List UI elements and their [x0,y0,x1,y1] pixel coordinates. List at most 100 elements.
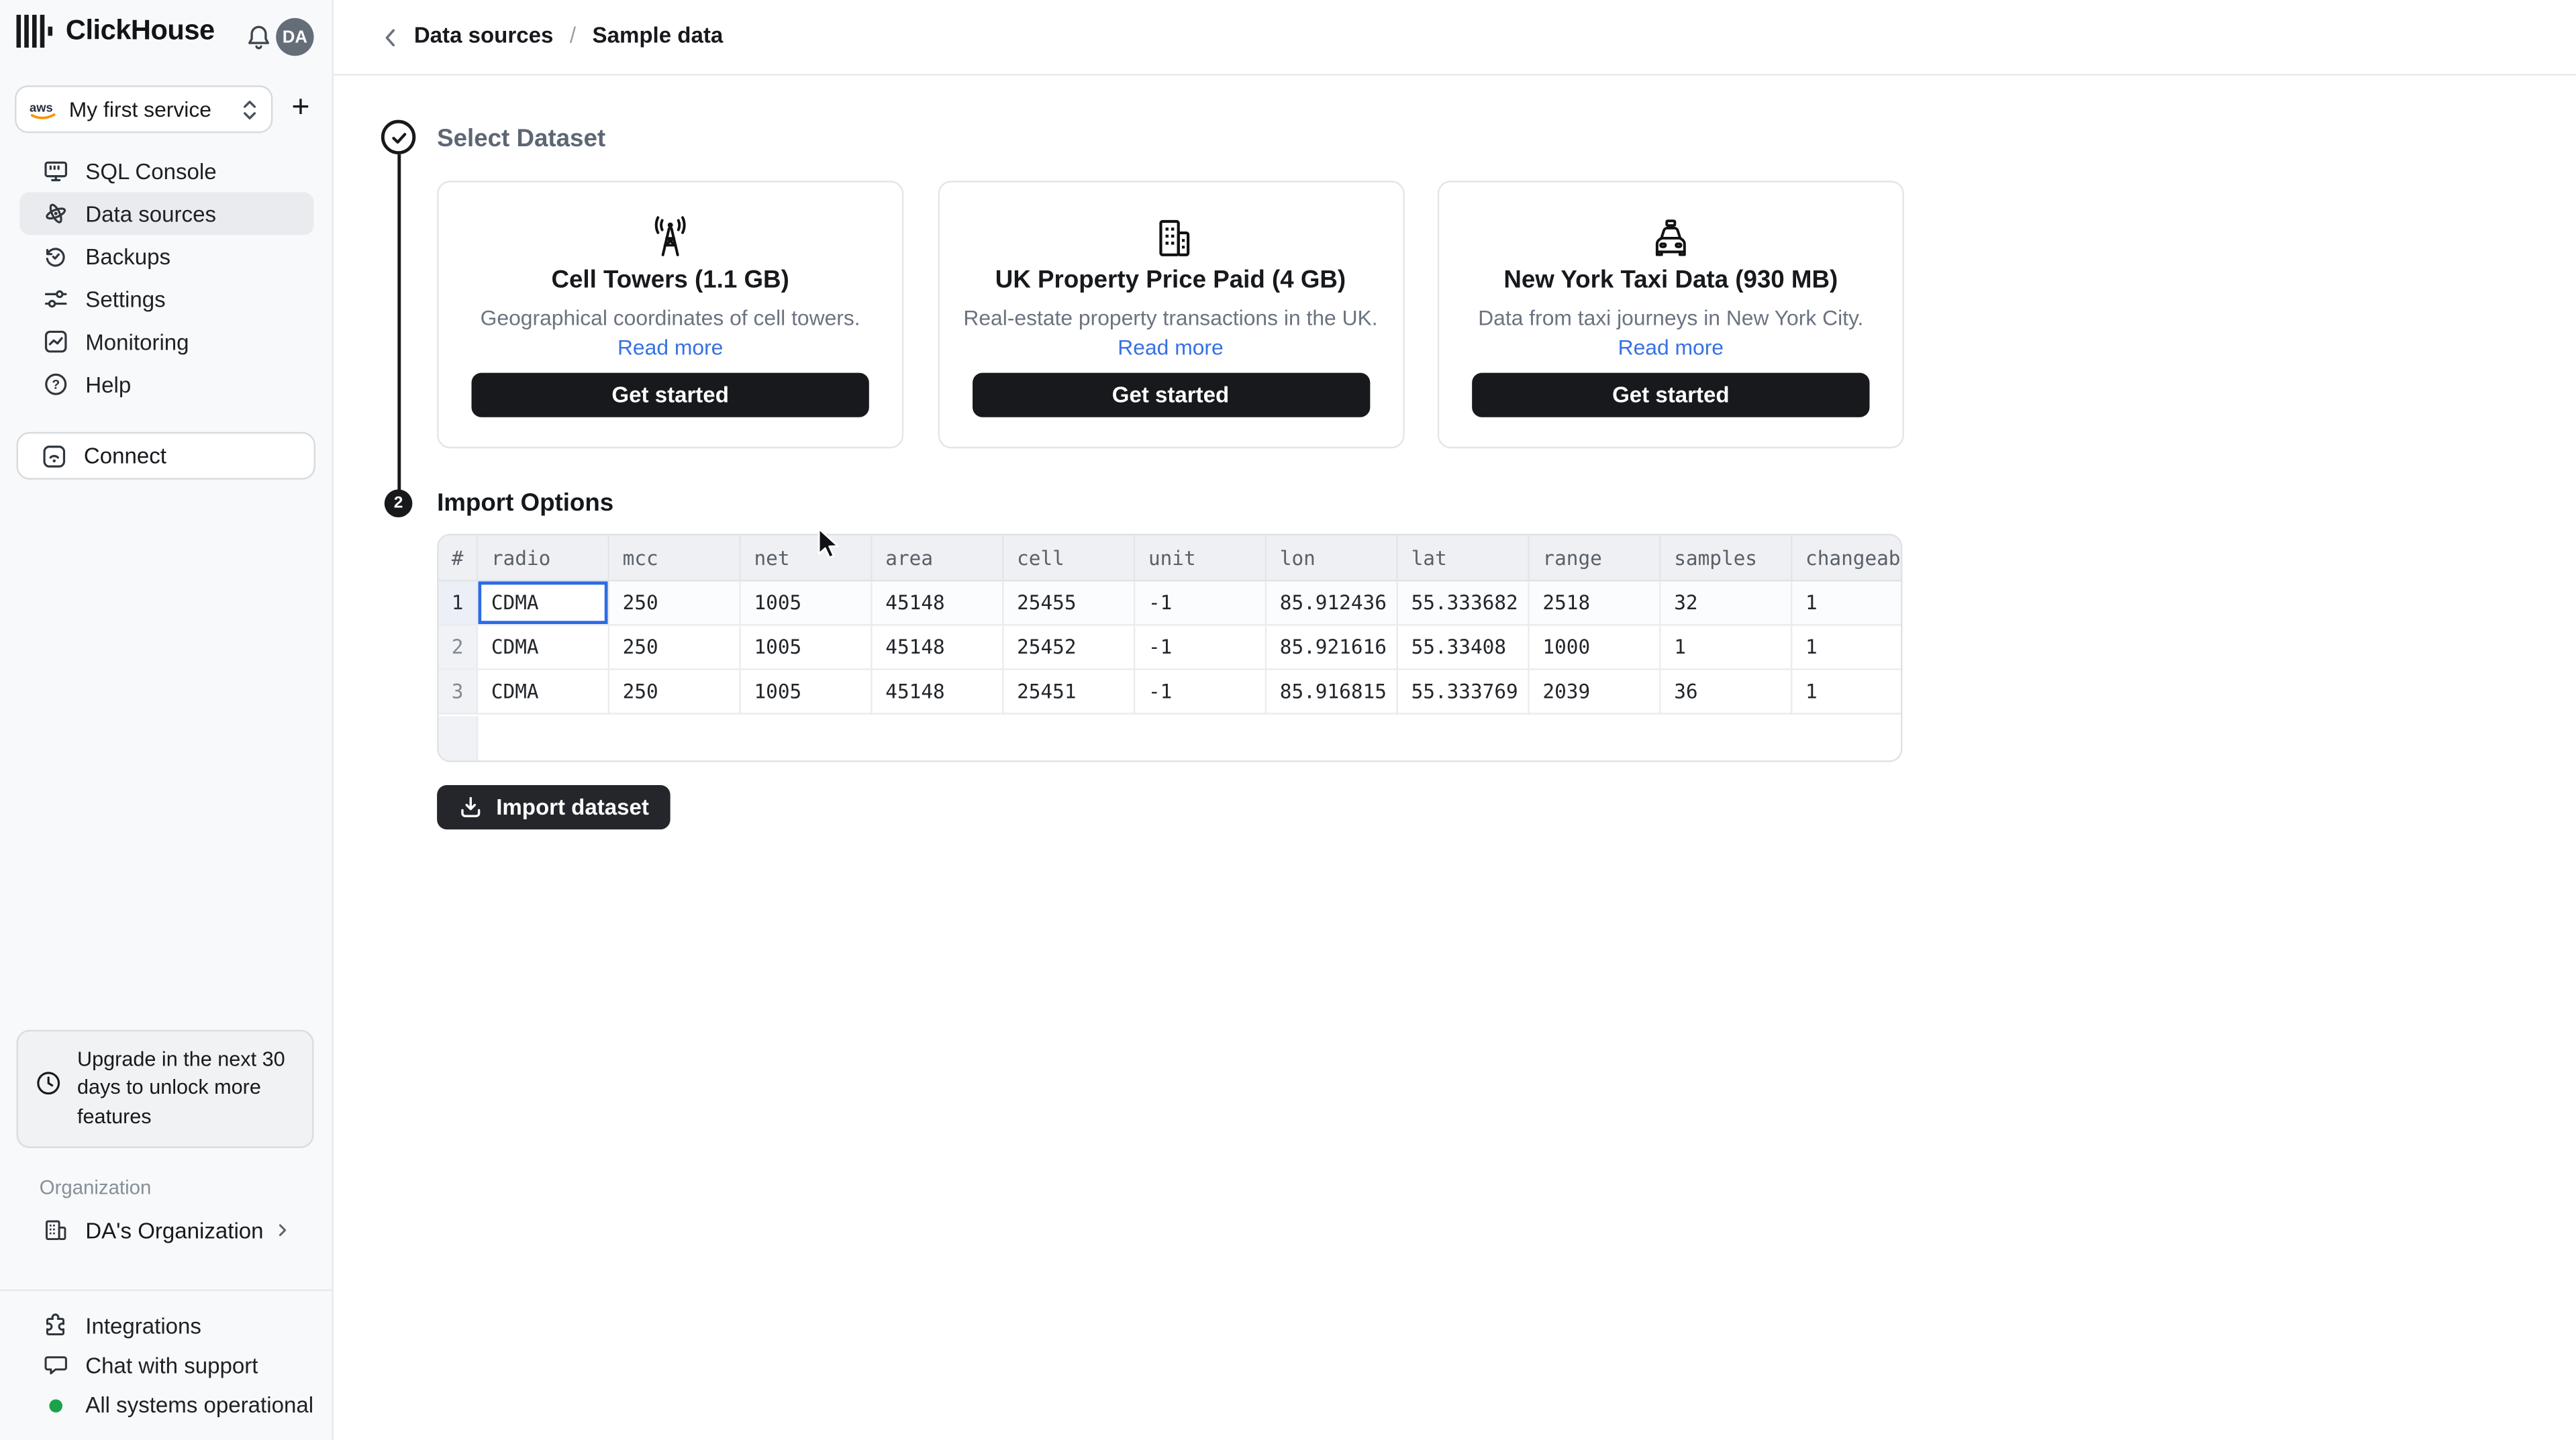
chevron-right-icon[interactable] [273,1221,292,1240]
sidebar-nav: SQL Console Data sources Backups Setting… [0,150,334,406]
step1-complete-indicator [381,119,416,155]
table-cell[interactable]: 55.333682 [1397,581,1530,626]
dataset-cards: Cell Towers (1.1 GB) Geographical coordi… [437,181,1904,449]
column-header: samples [1661,535,1793,582]
table-cell[interactable]: 1 [1792,670,1901,715]
read-more-link[interactable]: Read more [939,335,1402,360]
service-selector[interactable]: aws My first service [15,85,273,134]
dataset-card-uk-property: UK Property Price Paid (4 GB) Real-estat… [937,181,1404,449]
table-cell[interactable]: 55.333769 [1397,670,1530,715]
data-sources-icon [46,203,66,223]
notifications-bell-icon[interactable] [245,23,273,52]
import-dataset-button[interactable]: Import dataset [437,785,671,830]
table-cell[interactable]: 36 [1661,670,1793,715]
read-more-link[interactable]: Read more [1439,335,1902,360]
dataset-card-ny-taxi: New York Taxi Data (930 MB) Data from ta… [1437,181,1904,449]
sidebar-item-integrations[interactable]: Integrations [43,1313,201,1339]
connect-button[interactable]: Connect [16,431,315,480]
table-cell[interactable]: 25452 [1003,625,1136,670]
column-header: radio [478,535,610,582]
back-chevron-icon[interactable] [379,26,402,49]
row-number: 3 [438,670,479,715]
row-number: 2 [438,625,479,670]
puzzle-icon [46,1313,65,1336]
footer-item-label: Chat with support [85,1352,258,1378]
topbar: Data sources / Sample data [333,0,2576,76]
read-more-link[interactable]: Read more [439,335,902,360]
table-cell[interactable]: CDMA [478,670,610,715]
organization-row[interactable]: DA's Organization [43,1217,306,1243]
table-cell[interactable]: 250 [609,625,741,670]
table-cell[interactable]: 85.921616 [1267,625,1398,670]
table-cell[interactable]: 1000 [1529,625,1661,670]
sidebar-item-help[interactable]: ? Help [19,363,313,406]
sidebar-item-chat-support[interactable]: Chat with support [43,1351,258,1378]
download-icon [461,796,481,817]
table-cell[interactable]: 45148 [872,670,1004,715]
brand-name: ClickHouse [65,15,215,46]
get-started-button[interactable]: Get started [1472,372,1870,417]
sidebar-item-label: Backups [85,244,171,269]
data-preview-table: # radio mcc net area cell unit lon lat r… [437,533,1903,762]
dataset-title: Cell Towers (1.1 GB) [551,266,789,295]
table-cell[interactable]: 45148 [872,581,1004,626]
table-cell[interactable]: 1005 [740,670,873,715]
table-cell[interactable]: 25455 [1003,581,1136,626]
column-header: net [740,535,873,582]
select-dataset-heading: Select Dataset [437,125,606,153]
table-cell[interactable]: 2518 [1529,581,1661,626]
chevron-up-down-icon [243,99,256,119]
sidebar-item-backups[interactable]: Backups [19,235,313,278]
table-cell[interactable]: 250 [609,670,741,715]
table-cell[interactable]: 55.33408 [1397,625,1530,670]
service-selector-label: My first service [68,97,211,122]
table-cell[interactable]: 1 [1792,581,1901,626]
breadcrumb-separator: / [569,23,577,48]
connect-icon [43,444,66,467]
sidebar-item-label: Monitoring [85,329,189,354]
table-cell[interactable]: -1 [1135,625,1267,670]
status-dot [49,1398,63,1412]
sidebar-item-settings[interactable]: Settings [19,278,313,321]
table-cell[interactable]: 1 [1792,625,1901,670]
table-cell[interactable]: 45148 [872,625,1004,670]
table-cell[interactable]: 32 [1661,581,1793,626]
table-cell[interactable]: 1005 [740,581,873,626]
brand-logo[interactable]: ClickHouse [16,15,215,48]
sidebar-item-label: SQL Console [85,158,217,183]
table-cell[interactable]: 1005 [740,625,873,670]
add-service-button[interactable]: + [284,87,317,130]
mouse-cursor [818,527,839,559]
table-cell-selected[interactable]: CDMA [478,581,610,626]
table-cell[interactable]: 85.916815 [1267,670,1398,715]
aws-icon: aws [30,99,56,119]
system-status[interactable]: All systems operational [43,1393,313,1417]
breadcrumb: Data sources / Sample data [414,23,723,48]
breadcrumb-data-sources[interactable]: Data sources [414,23,554,48]
table-cell[interactable]: 1 [1661,625,1793,670]
table-cell[interactable]: -1 [1135,670,1267,715]
table-cell[interactable]: 85.912436 [1267,581,1398,626]
settings-icon [44,290,67,308]
get-started-button[interactable]: Get started [971,372,1370,417]
sidebar-item-data-sources[interactable]: Data sources [19,192,314,236]
table-cell[interactable]: CDMA [478,625,610,670]
svg-text:?: ? [52,378,60,393]
table-cell[interactable]: 25451 [1003,670,1136,715]
avatar[interactable]: DA [276,17,314,56]
breadcrumb-sample-data[interactable]: Sample data [593,23,724,48]
get-started-button[interactable]: Get started [471,372,869,417]
sidebar-item-monitoring[interactable]: Monitoring [19,320,313,363]
sidebar-divider [0,1289,334,1291]
table-cell[interactable]: -1 [1135,581,1267,626]
chat-icon [44,1356,67,1375]
organization-building-icon [46,1220,66,1241]
table-cell[interactable]: 250 [609,581,741,626]
upgrade-banner[interactable]: Upgrade in the next 30 days to unlock mo… [16,1029,314,1148]
sidebar-item-label: Help [85,372,132,397]
cell-tower-icon [439,213,902,262]
sidebar-item-sql-console[interactable]: SQL Console [19,150,313,193]
column-header: lon [1267,535,1398,582]
table-cell[interactable]: 2039 [1529,670,1661,715]
table-row: 1 CDMA 250 1005 45148 25455 -1 85.912436… [438,581,1901,626]
